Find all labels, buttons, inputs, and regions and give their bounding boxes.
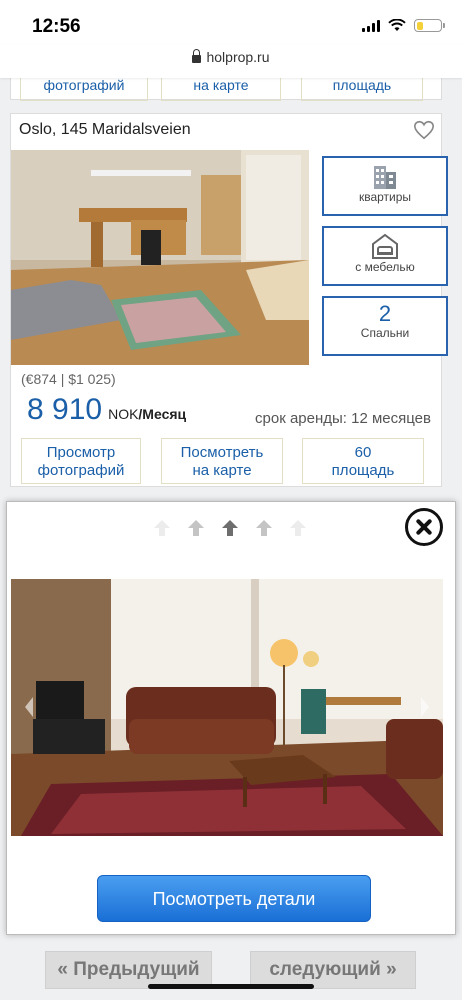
- modal-photo[interactable]: [11, 579, 443, 836]
- listing-card: Oslo, 145 Maridalsveien квартиры с мебел…: [10, 113, 448, 487]
- bedrooms-count: 2: [378, 301, 392, 326]
- arrow-up-icon: [256, 520, 272, 536]
- heart-icon[interactable]: [413, 119, 435, 141]
- feature-bedrooms: 2 Спальни: [322, 296, 448, 356]
- cellular-signal-icon: [362, 19, 380, 32]
- view-details-button[interactable]: Посмотреть детали: [97, 875, 371, 922]
- address-bar[interactable]: holprop.ru: [0, 44, 462, 78]
- feature-label: квартиры: [358, 190, 412, 204]
- price-period: /Месяц: [138, 406, 187, 422]
- price: 8 910 NOK/Месяц: [27, 393, 186, 427]
- arrow-up-icon: [222, 520, 238, 536]
- wifi-icon: [388, 19, 406, 31]
- furnished-sofa-icon: [372, 233, 398, 259]
- area-button[interactable]: 60 площадь: [302, 438, 424, 484]
- arrow-up-icon: [290, 520, 306, 536]
- close-modal-button[interactable]: [405, 508, 443, 546]
- photo-modal: Посмотреть детали: [6, 501, 456, 935]
- listing-photo[interactable]: [11, 150, 309, 365]
- status-bar: 12:56: [0, 0, 462, 44]
- button-line: площадь: [331, 462, 395, 479]
- apartment-building-icon: [374, 166, 396, 189]
- lease-term: срок аренды: 12 месяцев: [255, 410, 431, 427]
- feature-apartments: квартиры: [322, 156, 448, 216]
- feature-furnished: с мебелью: [322, 226, 448, 286]
- lock-icon: [192, 49, 202, 63]
- button-line: 60: [354, 444, 372, 461]
- feature-label: Спальни: [360, 326, 410, 340]
- status-icons: [362, 19, 445, 32]
- view-map-button[interactable]: Посмотреть на карте: [161, 438, 283, 484]
- button-line: Просмотр: [46, 444, 116, 461]
- view-photos-button[interactable]: Просмотр фотографий: [21, 438, 141, 484]
- status-time: 12:56: [32, 16, 81, 37]
- battery-icon: [414, 19, 445, 32]
- arrow-up-icon: [188, 520, 204, 536]
- price-currency: NOK: [108, 406, 139, 422]
- price-value: 8 910: [27, 393, 103, 426]
- home-indicator: [148, 984, 314, 989]
- listing-title[interactable]: Oslo, 145 Maridalsveien: [19, 121, 191, 139]
- url-text: holprop.ru: [206, 49, 270, 65]
- feature-label: с мебелью: [355, 260, 415, 274]
- button-line: Посмотреть: [180, 444, 264, 461]
- swipe-up-hint: [152, 518, 312, 540]
- alternate-price: (€874 | $1 025): [21, 371, 116, 387]
- button-line: на карте: [192, 462, 252, 479]
- button-line: фотографий: [37, 462, 125, 479]
- arrow-up-icon: [154, 520, 170, 536]
